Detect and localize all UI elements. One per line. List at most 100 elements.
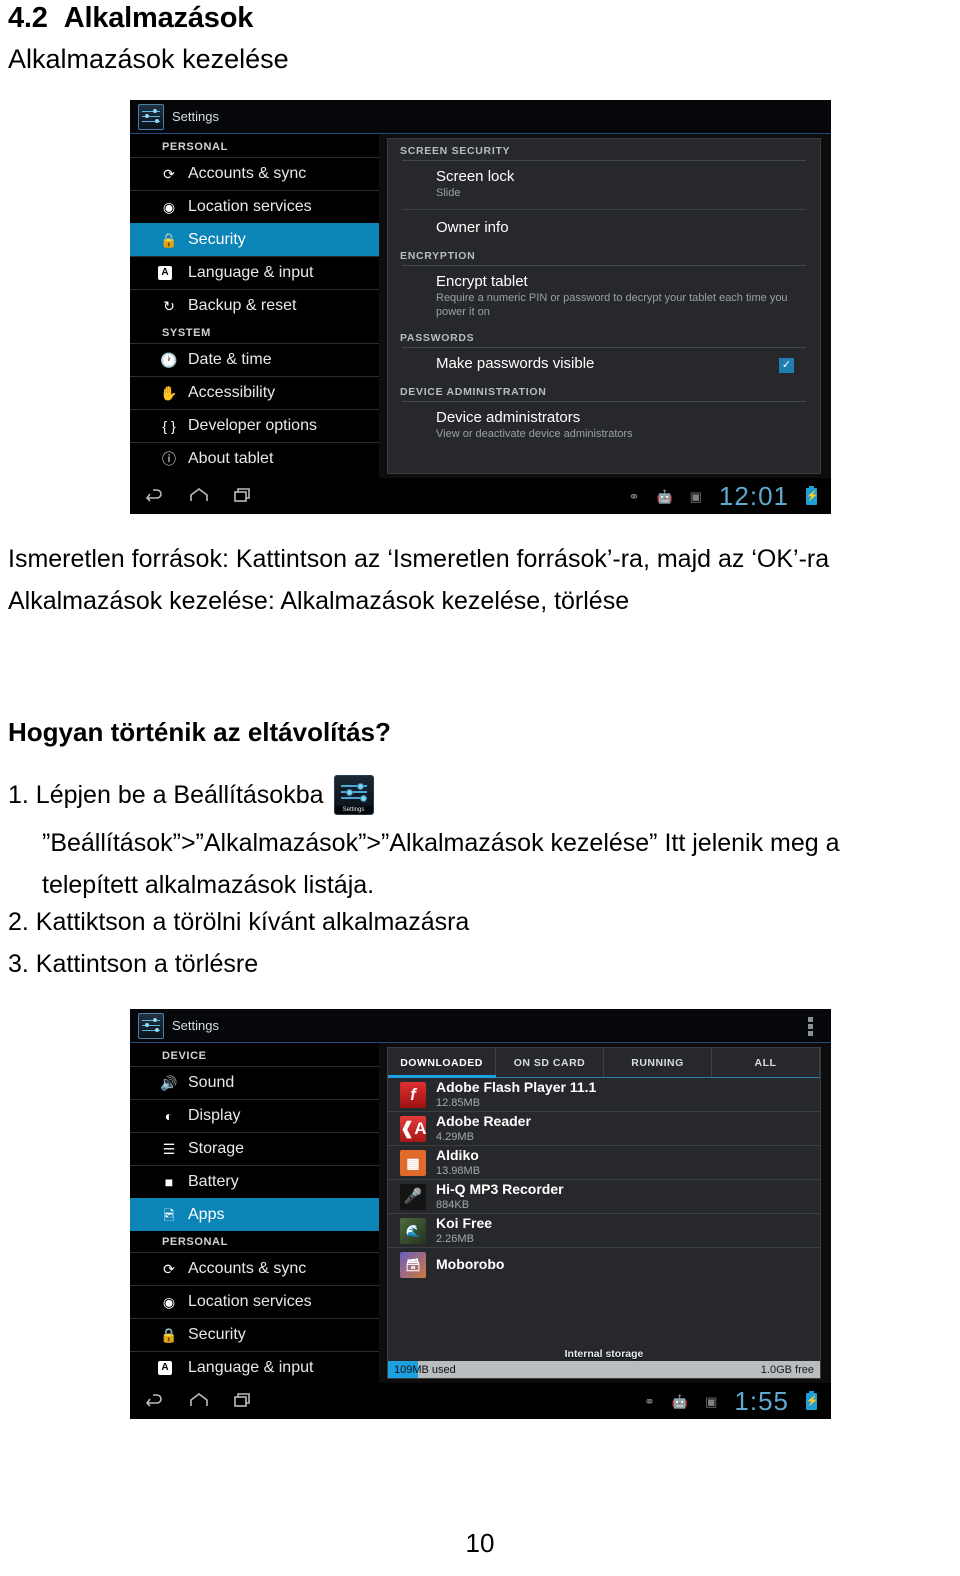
sidebar-item-label: Battery xyxy=(188,1173,239,1190)
sidebar-item-language-input[interactable]: A Language & input xyxy=(130,256,379,289)
sidebar-item-label: Security xyxy=(188,1326,246,1343)
page-title: 4.2 Alkalmazások xyxy=(8,2,253,35)
tab-downloaded[interactable]: DOWNLOADED xyxy=(388,1048,496,1077)
app-list-item[interactable]: 🗃 Moborobo xyxy=(388,1248,820,1282)
apps-panel: DOWNLOADED ON SD CARD RUNNING ALL f Adob… xyxy=(387,1047,821,1379)
sidebar-item-location-services[interactable]: ◉ Location services xyxy=(130,190,379,223)
back-icon[interactable] xyxy=(144,1392,166,1410)
battery-icon: ■ xyxy=(164,1174,174,1190)
sidebar-item-label: About tablet xyxy=(188,450,274,467)
setting-row-make-passwords-visible[interactable]: Make passwords visible ✓ xyxy=(388,348,820,380)
apps-actionbar: Settings xyxy=(130,1009,831,1043)
step-3-text: 3. Kattintson a törlésre xyxy=(8,950,259,978)
sidebar-item-battery[interactable]: ■ Battery xyxy=(130,1165,379,1198)
make-passwords-visible-checkbox[interactable]: ✓ xyxy=(779,358,794,373)
sidebar-item-sound[interactable]: 🔊 Sound xyxy=(130,1066,379,1099)
usb-icon: ⚭ xyxy=(644,1393,655,1409)
app-list-item[interactable]: ▦ Aldiko 13.98MB xyxy=(388,1146,820,1180)
sidebar-item-accounts-sync[interactable]: ⟳ Accounts & sync xyxy=(130,157,379,190)
backup-restore-icon: ↻ xyxy=(163,298,175,314)
sidebar-item-label: Accounts & sync xyxy=(188,165,307,182)
keyboard-a-icon: A xyxy=(158,1361,172,1375)
actionbar-title: Settings xyxy=(172,1018,219,1033)
setting-row-device-administrators[interactable]: Device administrators View or deactivate… xyxy=(388,402,820,448)
storage-free-text: 1.0GB free xyxy=(760,1363,814,1376)
location-icon: ◉ xyxy=(162,199,176,215)
app-name: Adobe Reader xyxy=(436,1113,531,1130)
home-icon[interactable] xyxy=(188,487,210,505)
apps-system-bar: ⚭ 🤖 ▣ 1:55 ⚡ xyxy=(130,1383,831,1419)
app-list-item[interactable]: 🎤 Hi-Q MP3 Recorder 884KB xyxy=(388,1180,820,1214)
recents-icon[interactable] xyxy=(232,1392,254,1410)
status-clock: 1:55 xyxy=(734,1386,789,1416)
apps-content-area: DOWNLOADED ON SD CARD RUNNING ALL f Adob… xyxy=(379,1043,831,1383)
sidebar-item-language-input[interactable]: A Language & input xyxy=(130,1351,379,1384)
setting-subtitle: View or deactivate device administrators xyxy=(436,428,633,440)
info-icon: ⓘ xyxy=(162,451,176,467)
sidebar-item-date-time[interactable]: 🕐 Date & time xyxy=(130,343,379,376)
setting-title: Encrypt tablet xyxy=(436,273,528,290)
sidebar-item-accounts-sync[interactable]: ⟳ Accounts & sync xyxy=(130,1252,379,1285)
tab-on-sd-card[interactable]: ON SD CARD xyxy=(496,1048,604,1077)
page-subtitle: Alkalmazások kezelése xyxy=(8,44,289,74)
sidebar-item-location-services[interactable]: ◉ Location services xyxy=(130,1285,379,1318)
question-heading: Hogyan történik az eltávolítás? xyxy=(8,717,391,747)
apps-icon: 🖻 xyxy=(163,1207,175,1223)
app-list-item[interactable]: ❰A Adobe Reader 4.29MB xyxy=(388,1112,820,1146)
app-list: f Adobe Flash Player 11.1 12.85MB ❰A Ado… xyxy=(388,1078,820,1282)
section-header-passwords: PASSWORDS xyxy=(400,332,475,344)
app-list-item[interactable]: f Adobe Flash Player 11.1 12.85MB xyxy=(388,1078,820,1112)
sidebar-item-security[interactable]: 🔒 Security xyxy=(130,223,379,256)
step-1: 1. Lépjen be a Beállításokba Settings xyxy=(8,775,374,815)
back-icon[interactable] xyxy=(144,487,166,505)
setting-title: Screen lock xyxy=(436,168,515,185)
sidebar-item-label: Language & input xyxy=(188,264,314,281)
setting-title: Device administrators xyxy=(436,409,581,426)
koi-pond-icon: 🌊 xyxy=(400,1217,426,1244)
hand-icon: ✋ xyxy=(160,385,178,401)
sidebar-item-developer-options[interactable]: { } Developer options xyxy=(130,409,379,442)
braces-icon: { } xyxy=(162,418,176,434)
battery-charging-icon: ⚡ xyxy=(806,1390,818,1410)
tab-running[interactable]: RUNNING xyxy=(604,1048,712,1077)
sidebar-header-personal: PERSONAL xyxy=(162,141,228,153)
setting-subtitle: Require a numeric PIN or password to dec… xyxy=(436,292,788,318)
sidebar-item-display[interactable]: ◐ Display xyxy=(130,1099,379,1132)
sidebar-item-accessibility[interactable]: ✋ Accessibility xyxy=(130,376,379,409)
tab-all[interactable]: ALL xyxy=(712,1048,820,1077)
app-size: 884KB xyxy=(436,1198,470,1211)
setting-row-screen-lock[interactable]: Screen lock Slide xyxy=(388,161,820,207)
sidebar-item-storage[interactable]: ☰ Storage xyxy=(130,1132,379,1165)
recents-icon[interactable] xyxy=(232,487,254,505)
page-number: 10 xyxy=(465,1528,495,1558)
app-list-item[interactable]: 🌊 Koi Free 2.26MB xyxy=(388,1214,820,1248)
step-2-text: 2. Kattiktson a törölni kívánt alkalmazá… xyxy=(8,908,470,936)
setting-row-encrypt-tablet[interactable]: Encrypt tablet Require a numeric PIN or … xyxy=(388,266,820,326)
screenshot-apps: Settings DEVICE 🔊 Sound ◐ Display ☰ Stor… xyxy=(130,1009,831,1419)
settings-icon-caption: Settings xyxy=(334,806,373,814)
sidebar-item-label: Accounts & sync xyxy=(188,1260,307,1277)
home-icon[interactable] xyxy=(188,1392,210,1410)
sidebar-item-label: Accessibility xyxy=(188,384,276,401)
speaker-icon: 🔊 xyxy=(160,1075,178,1091)
setting-subtitle: Slide xyxy=(436,187,461,199)
overflow-menu-icon[interactable] xyxy=(808,1017,813,1038)
moborobo-icon: 🗃 xyxy=(400,1252,426,1278)
step-1-path-continued: telepített alkalmazások listája. xyxy=(42,871,375,899)
sync-icon: ⟳ xyxy=(163,1261,175,1277)
security-system-bar: ⚭ 🤖 ▣ 12:01 ⚡ xyxy=(130,478,831,514)
sidebar-header-device: DEVICE xyxy=(162,1050,207,1062)
sidebar-item-backup-reset[interactable]: ↻ Backup & reset xyxy=(130,289,379,322)
sidebar-item-apps[interactable]: 🖻 Apps xyxy=(130,1198,379,1231)
storage-icon: ☰ xyxy=(162,1141,176,1157)
section-number: 4.2 xyxy=(8,2,48,34)
sidebar-item-label: Developer options xyxy=(188,417,317,434)
sidebar-item-label: Location services xyxy=(188,1293,312,1310)
sidebar-item-about-tablet[interactable]: ⓘ About tablet xyxy=(130,442,379,475)
app-size: 13.98MB xyxy=(436,1164,481,1177)
sidebar-item-security[interactable]: 🔒 Security xyxy=(130,1318,379,1351)
storage-bar: 109MB used 1.0GB free xyxy=(388,1361,820,1378)
setting-row-owner-info[interactable]: Owner info xyxy=(388,212,820,244)
sidebar-item-label: Location services xyxy=(188,198,312,215)
sidebar-item-label: Storage xyxy=(188,1140,245,1157)
